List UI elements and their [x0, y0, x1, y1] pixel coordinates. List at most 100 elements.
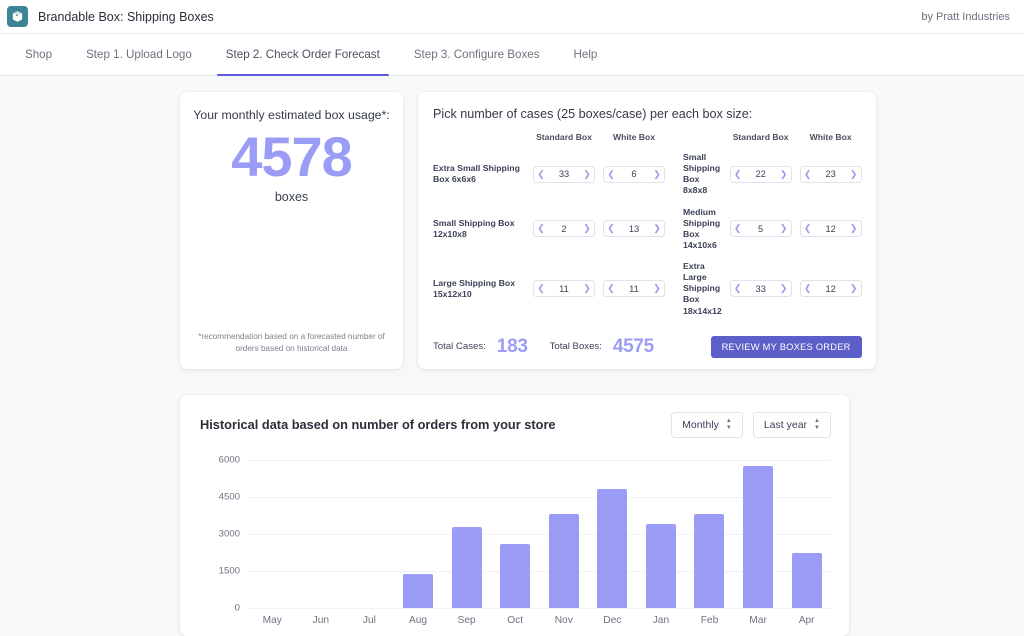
- main-nav: Shop Step 1. Upload Logo Step 2. Check O…: [0, 34, 1024, 76]
- y-axis-labels: 0 1500 3000 4500 6000: [200, 454, 240, 613]
- col-header-standard-right: Standard Box: [732, 132, 789, 142]
- stepper-small-12x10x8-white[interactable]: ❮ 13 ❯: [603, 220, 665, 238]
- usage-title: Your monthly estimated box usage*:: [193, 108, 390, 122]
- total-cases-label: Total Cases:: [433, 341, 486, 353]
- chart-bar[interactable]: [403, 574, 434, 608]
- stepper-extra-large-white[interactable]: ❮ 12 ❯: [799, 280, 862, 298]
- usage-number: 4578: [231, 125, 353, 188]
- stepper-value: 2: [561, 223, 567, 234]
- usage-unit-label: boxes: [274, 190, 309, 204]
- estimated-usage-card: Your monthly estimated box usage*: 4578 …: [180, 92, 403, 369]
- total-boxes-value: 4575: [612, 335, 654, 357]
- chart-bar-cell: [734, 460, 783, 608]
- chart-bar[interactable]: [694, 514, 725, 608]
- stepper-extra-small-standard[interactable]: ❮ 33 ❯: [533, 165, 595, 183]
- stepper-medium-white[interactable]: ❮ 12 ❯: [799, 220, 862, 238]
- col-header-white-right: White Box: [809, 132, 852, 142]
- chart-bar[interactable]: [791, 553, 822, 608]
- chart-bar[interactable]: [743, 465, 774, 608]
- gridline: [248, 607, 831, 609]
- nav-item-step-3[interactable]: Step 3. Configure Boxes: [397, 34, 557, 75]
- nav-item-step-1[interactable]: Step 1. Upload Logo: [69, 34, 209, 75]
- chevron-left-icon[interactable]: ❮: [731, 224, 745, 233]
- page-body: Your monthly estimated box usage*: 4578 …: [0, 76, 1024, 636]
- chevron-right-icon[interactable]: ❯: [777, 284, 791, 293]
- box-label-small: Small Shipping Box 8x8x8: [683, 152, 721, 196]
- chart-bar[interactable]: [500, 544, 531, 608]
- stepper-small-12x10x8-standard[interactable]: ❮ 2 ❯: [533, 220, 595, 238]
- stepper-large-white[interactable]: ❮ 11 ❯: [603, 280, 665, 298]
- stepper-small-standard[interactable]: ❮ 22 ❯: [729, 165, 792, 183]
- period-select[interactable]: Monthly ▲ ▼: [671, 411, 743, 438]
- chart-bar-cell: [539, 460, 588, 608]
- chevron-right-icon[interactable]: ❯: [580, 169, 594, 179]
- chart-bars: [248, 460, 831, 608]
- chevron-right-icon[interactable]: ❯: [777, 169, 791, 179]
- usage-footnote: *recommendation based on a forecasted nu…: [198, 331, 385, 353]
- nav-item-step-2[interactable]: Step 2. Check Order Forecast: [209, 34, 397, 76]
- chevron-right-icon[interactable]: ❯: [650, 169, 664, 179]
- stepper-value: 6: [631, 169, 637, 180]
- chevron-right-icon[interactable]: ❯: [650, 224, 664, 233]
- chevron-right-icon[interactable]: ❯: [777, 224, 791, 233]
- chevron-left-icon[interactable]: ❮: [801, 284, 815, 293]
- chevron-left-icon[interactable]: ❮: [731, 169, 745, 179]
- chart-row: Historical data based on number of order…: [0, 394, 1024, 636]
- historical-data-card: Historical data based on number of order…: [180, 394, 849, 636]
- review-my-boxes-order-button[interactable]: REVIEW MY BOXES ORDER: [710, 335, 862, 358]
- stepper-value: 5: [758, 223, 764, 234]
- chart-bar[interactable]: [548, 513, 579, 608]
- chevron-right-icon[interactable]: ❯: [847, 224, 861, 233]
- up-down-caret-icon: ▲ ▼: [725, 417, 732, 431]
- vendor-label: by Pratt Industries: [921, 10, 1010, 23]
- chevron-left-icon[interactable]: ❮: [604, 169, 618, 179]
- chevron-right-icon[interactable]: ❯: [580, 284, 594, 293]
- x-axis-labels: May Jun Jul Aug Sep Oct Nov Dec Jan Feb Mar Apr: [248, 615, 831, 626]
- nav-item-shop[interactable]: Shop: [8, 34, 69, 75]
- nav-item-help[interactable]: Help: [557, 34, 615, 75]
- chevron-left-icon[interactable]: ❮: [534, 284, 548, 293]
- box-picker-card: Pick number of cases (25 boxes/case) per…: [418, 92, 876, 369]
- chevron-right-icon[interactable]: ❯: [650, 284, 664, 293]
- stepper-value: 13: [628, 223, 640, 234]
- box-picker-grid: Standard Box White Box Standard Box Whit…: [433, 132, 862, 322]
- chevron-right-icon[interactable]: ❯: [580, 224, 594, 233]
- y-tick-label: 1500: [218, 565, 240, 577]
- x-tick-label: Oct: [507, 614, 524, 626]
- stepper-value: 33: [755, 283, 766, 294]
- box-label-extra-small: Extra Small Shipping Box 6x6x6: [433, 163, 520, 185]
- x-tick-label: Feb: [700, 614, 719, 626]
- chevron-left-icon[interactable]: ❮: [801, 169, 815, 179]
- col-header-white-left: White Box: [612, 132, 655, 142]
- stepper-extra-large-standard[interactable]: ❮ 33 ❯: [729, 280, 792, 298]
- x-tick-label: May: [262, 614, 282, 626]
- top-bar: Brandable Box: Shipping Boxes by Pratt I…: [0, 0, 1024, 34]
- stepper-large-standard[interactable]: ❮ 11 ❯: [533, 280, 595, 298]
- stepper-extra-small-white[interactable]: ❮ 6 ❯: [603, 165, 665, 183]
- chart-bar[interactable]: [597, 488, 628, 608]
- stepper-value: 12: [825, 283, 836, 294]
- chevron-left-icon[interactable]: ❮: [534, 169, 548, 179]
- y-tick-label: 0: [234, 602, 240, 614]
- bar-chart: 0 1500 3000 4500 6000: [200, 454, 831, 613]
- chevron-left-icon[interactable]: ❮: [731, 284, 745, 293]
- stepper-value: 33: [558, 169, 570, 180]
- chart-bar-cell: [442, 460, 491, 608]
- box-label-medium: Medium Shipping Box 14x10x6: [683, 206, 721, 250]
- box-label-large: Large Shipping Box 15x12x10: [433, 277, 516, 299]
- x-tick-label: Jul: [362, 614, 376, 626]
- box-label-small-12x10x8: Small Shipping Box 12x10x8: [433, 217, 515, 239]
- chevron-right-icon[interactable]: ❯: [847, 169, 861, 179]
- chevron-left-icon[interactable]: ❮: [534, 224, 548, 233]
- chart-bar[interactable]: [451, 527, 482, 608]
- chevron-left-icon[interactable]: ❮: [604, 224, 618, 233]
- chart-bar-cell: [782, 460, 831, 608]
- chart-bar[interactable]: [645, 523, 676, 608]
- chevron-right-icon[interactable]: ❯: [847, 284, 861, 293]
- range-select[interactable]: Last year ▲ ▼: [752, 411, 831, 438]
- stepper-small-white[interactable]: ❮ 23 ❯: [799, 165, 862, 183]
- chevron-left-icon[interactable]: ❮: [801, 224, 815, 233]
- chevron-left-icon[interactable]: ❮: [604, 284, 618, 293]
- stepper-medium-standard[interactable]: ❮ 5 ❯: [729, 220, 792, 238]
- chart-controls: Monthly ▲ ▼ Last year ▲ ▼: [671, 411, 831, 438]
